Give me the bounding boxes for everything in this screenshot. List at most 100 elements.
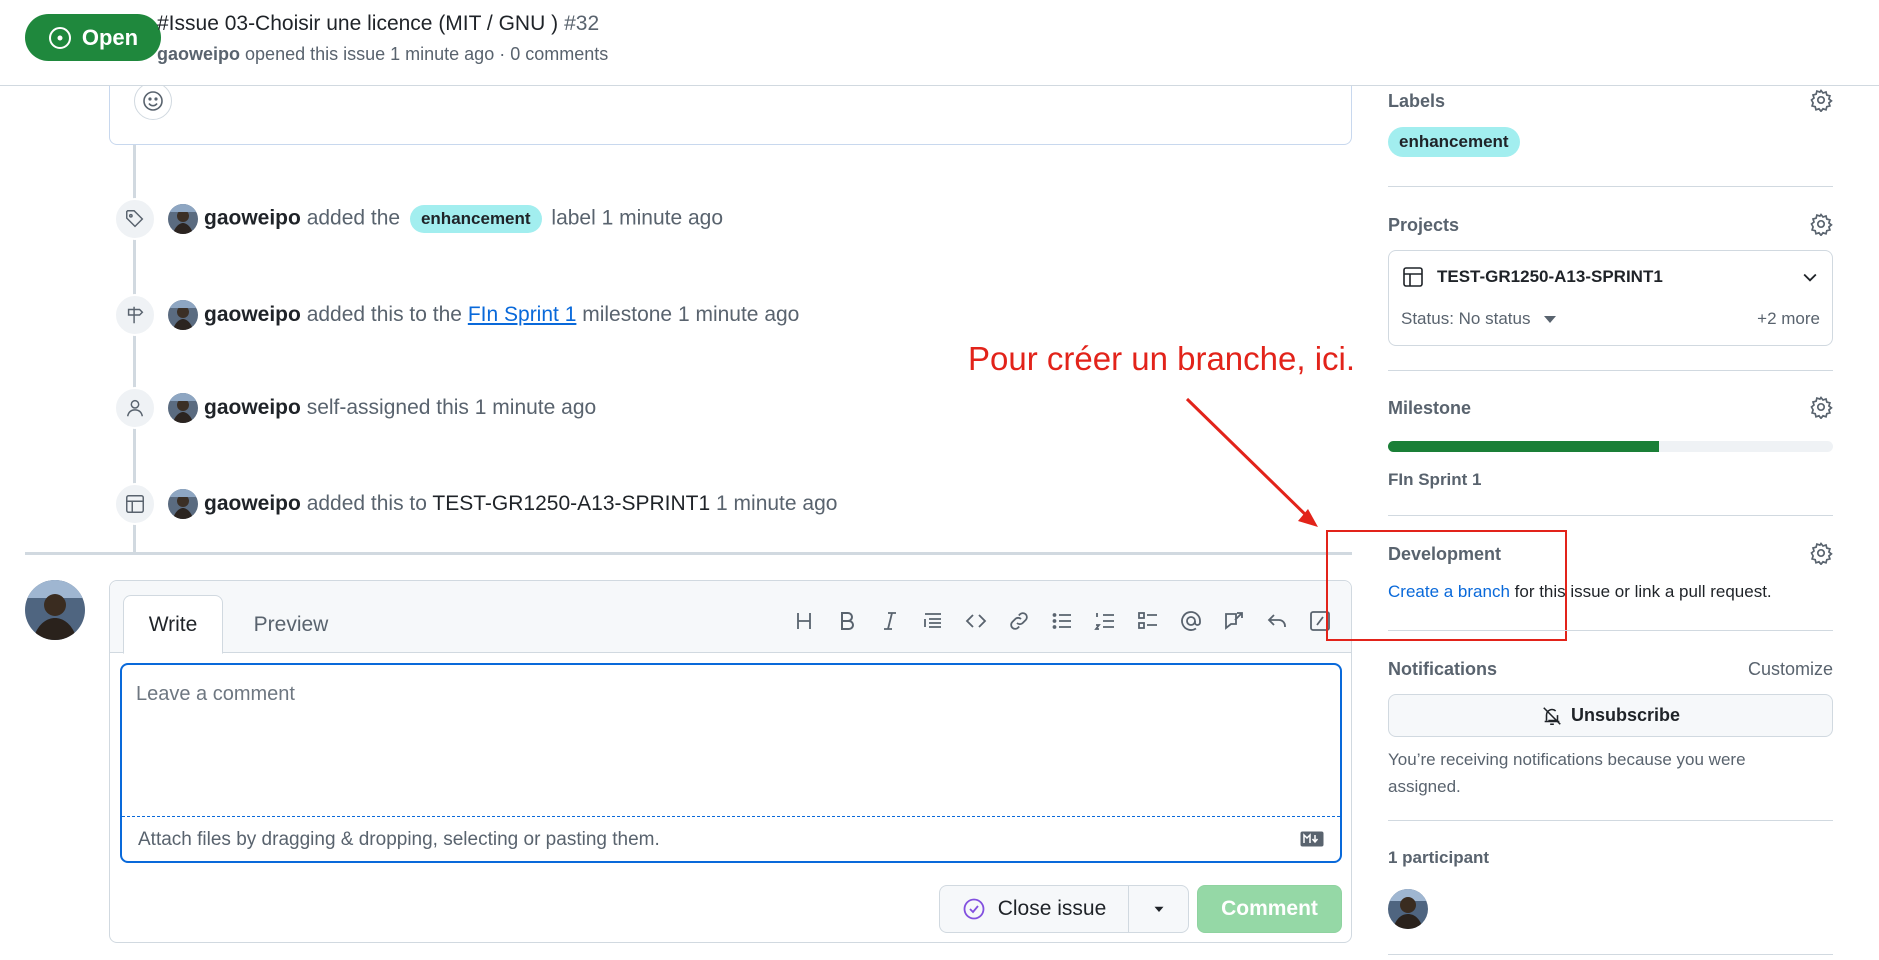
actor-link[interactable]: gaoweipo	[204, 396, 301, 419]
development-rest-text: for this issue or link a pull request.	[1514, 582, 1772, 601]
unsubscribe-label: Unsubscribe	[1570, 705, 1681, 725]
issue-state-label: Open	[81, 24, 139, 50]
projects-heading: Projects	[1388, 215, 1460, 235]
milestone-link[interactable]: FIn Sprint 1	[1388, 470, 1482, 490]
project-more-fields[interactable]: +2 more	[1757, 309, 1820, 329]
timeline-event-label: gaoweipo added the enhancement label 1 m…	[114, 198, 723, 240]
milestone-progress-fill	[1388, 441, 1660, 452]
bold-icon[interactable]	[825, 603, 868, 639]
cross-reference-icon[interactable]	[1212, 603, 1255, 639]
tab-preview[interactable]: Preview	[236, 595, 346, 654]
project-name[interactable]: TEST-GR1250-A13-SPRINT1	[1437, 267, 1663, 287]
issue-author-link[interactable]: gaoweipo	[157, 44, 240, 64]
actor-link[interactable]: gaoweipo	[204, 207, 301, 230]
code-icon[interactable]	[954, 603, 997, 639]
notifications-reason: You’re receiving notifications because y…	[1388, 750, 1746, 796]
tab-write[interactable]: Write	[123, 595, 223, 654]
annotation-arrow-icon	[1185, 397, 1318, 527]
issue-state-badge: Open	[25, 14, 161, 61]
person-icon	[114, 387, 156, 429]
issue-meta: gaoweipo opened this issue 1 minute ago …	[157, 44, 608, 65]
issue-opened-icon	[48, 26, 71, 49]
issue-sticky-header: Open #Issue 03-Choisir une licence (MIT …	[0, 0, 1879, 86]
reply-icon[interactable]	[1255, 603, 1298, 639]
task-list-icon[interactable]	[1126, 603, 1169, 639]
gear-icon[interactable]	[1809, 212, 1833, 236]
project-name-text: TEST-GR1250-A13-SPRINT1	[432, 492, 711, 515]
issue-closed-icon	[963, 898, 985, 920]
labels-heading: Labels	[1388, 91, 1446, 111]
tag-icon	[114, 198, 156, 240]
comment-field-wrapper: Attach files by dragging & dropping, sel…	[120, 663, 1342, 863]
issue-title: #Issue 03-Choisir une licence (MIT / GNU…	[157, 12, 599, 36]
chevron-down-icon[interactable]	[1800, 267, 1820, 287]
timeline-event-milestone: gaoweipo added this to the FIn Sprint 1 …	[114, 294, 799, 336]
event-verb: added this to	[306, 492, 427, 515]
close-issue-label: Close issue	[997, 897, 1107, 920]
event-verb: added the	[306, 206, 401, 230]
link-icon[interactable]	[997, 603, 1040, 639]
bell-slash-icon	[1543, 706, 1561, 725]
timeline-event-text: gaoweipo self-assigned this 1 minute ago	[204, 396, 596, 420]
milestone-link[interactable]: FIn Sprint 1	[468, 303, 577, 326]
close-issue-button[interactable]: Close issue	[939, 885, 1128, 933]
comment-composer: Write Preview Attach files by dragging &…	[109, 580, 1352, 943]
comment-button[interactable]: Comment	[1197, 885, 1342, 933]
current-user-avatar[interactable]	[25, 580, 85, 640]
markdown-icon[interactable]	[1300, 831, 1324, 847]
issue-meta-text: opened this issue 1 minute ago · 0 comme…	[245, 44, 609, 64]
attach-files-hint[interactable]: Attach files by dragging & dropping, sel…	[138, 829, 660, 851]
avatar[interactable]	[168, 300, 198, 330]
event-verb: self-assigned this 1 minute ago	[306, 396, 597, 419]
project-status-select[interactable]: Status: No status	[1401, 309, 1557, 329]
unordered-list-icon[interactable]	[1040, 603, 1083, 639]
sidebar-divider	[1388, 820, 1833, 821]
gear-icon[interactable]	[1809, 395, 1833, 419]
timeline-divider	[25, 552, 1352, 555]
quote-icon[interactable]	[911, 603, 954, 639]
sidebar-divider	[1388, 515, 1833, 516]
timeline-event-assigned: gaoweipo self-assigned this 1 minute ago	[114, 387, 596, 429]
participant-avatar[interactable]	[1388, 889, 1428, 929]
unsubscribe-button[interactable]: Unsubscribe	[1388, 694, 1833, 737]
avatar[interactable]	[168, 393, 198, 423]
annotation-text: Pour créer un branche, ici.	[968, 340, 1356, 377]
participants-heading: 1 participant	[1388, 848, 1490, 867]
table-icon	[114, 483, 156, 525]
gear-icon[interactable]	[1809, 88, 1833, 112]
development-text: Create a branch for this issue or link a…	[1388, 582, 1772, 602]
heading-icon[interactable]	[782, 603, 825, 639]
event-time: milestone 1 minute ago	[582, 303, 800, 326]
italic-icon[interactable]	[868, 603, 911, 639]
project-status-text: Status: No status	[1401, 309, 1531, 328]
smiley-icon	[143, 91, 163, 111]
markdown-toolbar	[782, 603, 1341, 639]
add-reaction-button[interactable]	[134, 82, 172, 120]
triangle-down-icon	[1154, 906, 1163, 912]
actor-link[interactable]: gaoweipo	[204, 492, 301, 515]
actor-link[interactable]: gaoweipo	[204, 303, 301, 326]
avatar[interactable]	[168, 204, 198, 234]
event-time: label 1 minute ago	[551, 206, 724, 230]
timeline-event-text: gaoweipo added this to the FIn Sprint 1 …	[204, 303, 799, 327]
project-card[interactable]: TEST-GR1250-A13-SPRINT1 Status: No statu…	[1388, 250, 1833, 346]
development-heading: Development	[1388, 544, 1502, 564]
timeline-event-text: gaoweipo added the enhancement label 1 m…	[204, 205, 723, 233]
event-time: 1 minute ago	[716, 492, 838, 515]
gear-icon[interactable]	[1809, 541, 1833, 565]
comment-input[interactable]	[122, 665, 1340, 817]
sidebar-divider	[1388, 370, 1833, 371]
create-branch-link[interactable]: Create a branch	[1388, 582, 1510, 601]
table-icon	[1403, 267, 1423, 287]
mention-icon[interactable]	[1169, 603, 1212, 639]
avatar[interactable]	[168, 489, 198, 519]
label-enhancement[interactable]: enhancement	[1388, 127, 1520, 157]
label-enhancement[interactable]: enhancement	[409, 205, 542, 233]
customize-notifications-link[interactable]: Customize	[1748, 659, 1833, 680]
milestone-icon	[114, 294, 156, 336]
issue-number: #32	[564, 12, 600, 35]
event-verb: added this to the	[306, 303, 462, 326]
close-issue-options-button[interactable]	[1128, 885, 1189, 933]
triangle-down-icon	[1544, 316, 1557, 324]
ordered-list-icon[interactable]	[1083, 603, 1126, 639]
